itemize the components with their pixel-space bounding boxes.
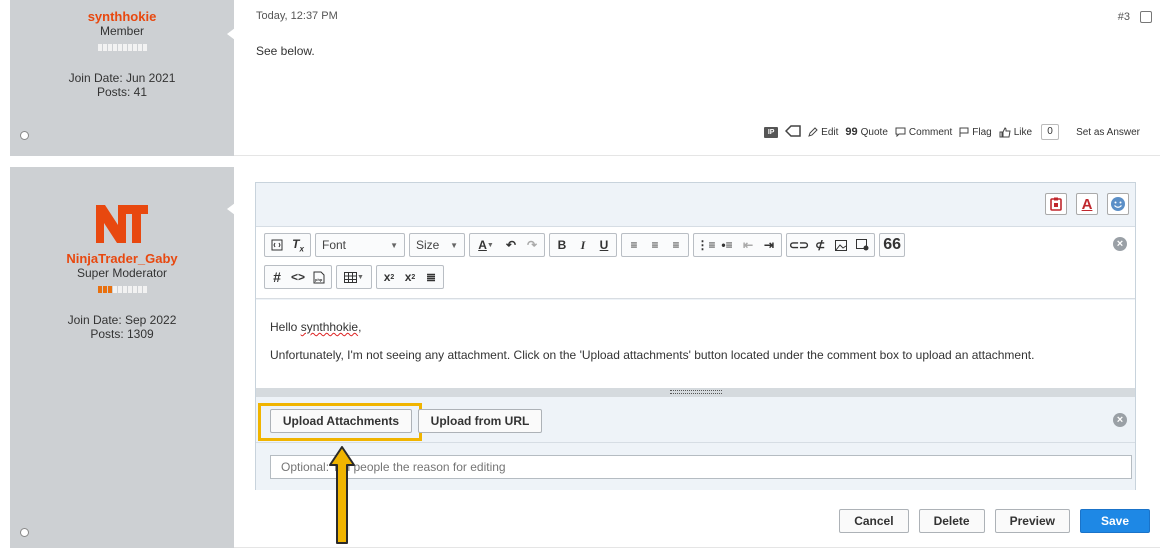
smiley-icon[interactable] (1107, 193, 1129, 215)
edit-reason-input[interactable] (270, 455, 1132, 479)
horizontal-rule-icon[interactable]: ≣ (421, 267, 441, 287)
font-dropdown[interactable]: Font ▼ (315, 233, 405, 257)
post-actions: IP Edit 99 Quote Comment Flag Like 0 Set… (764, 124, 1140, 140)
post-timestamp: Today, 12:37 PM (256, 10, 338, 22)
svg-text:php: php (315, 277, 323, 282)
attachments-panel: Upload Attachments Upload from URL × (256, 397, 1135, 443)
like-button[interactable]: Like (999, 127, 1032, 138)
post-content: Today, 12:37 PM #3 See below. IP Edit 99… (234, 0, 1160, 156)
editor-message: Unfortunately, I'm not seeing any attach… (270, 348, 1035, 362)
online-status-icon (20, 131, 29, 140)
annotation-arrow-icon (329, 446, 355, 544)
source-icon[interactable] (267, 235, 287, 255)
text-color-icon[interactable]: A (1076, 193, 1098, 215)
flag-icon (959, 127, 969, 137)
quote-button[interactable]: 99 Quote (845, 126, 888, 138)
user-role: Member (99, 24, 144, 38)
media-icon[interactable] (852, 235, 872, 255)
align-center-icon[interactable]: ≡ (645, 235, 665, 255)
post-number-link[interactable]: #3 (1118, 11, 1130, 23)
misspelled-word: synthhokie (300, 320, 359, 334)
clipboard-icon[interactable] (1045, 193, 1067, 215)
preview-button[interactable]: Preview (994, 509, 1070, 533)
bold-icon[interactable]: B (552, 235, 572, 255)
close-attachments-icon[interactable]: × (1113, 413, 1127, 427)
flag-button[interactable]: Flag (959, 127, 992, 138)
username-link[interactable]: synthhokie (10, 9, 234, 24)
post-content: A Tx Font ▼ Size ▼ A ▼ ↶ ↷ B I U ≡ ≡ ≡ ⋮… (234, 167, 1160, 548)
hashtag-icon[interactable]: # (267, 267, 287, 287)
save-button[interactable]: Save (1079, 509, 1150, 533)
bulleted-list-icon[interactable]: •≡ (717, 235, 737, 255)
post-ninjatrader-gaby: NinjaTrader_Gaby Super Moderator Join Da… (10, 167, 1160, 548)
superscript-icon[interactable]: x2 (400, 267, 420, 287)
edit-reason-panel (256, 444, 1135, 490)
upload-from-url-button[interactable]: Upload from URL (418, 409, 542, 433)
post-count: Posts: 1309 (90, 327, 154, 341)
numbered-list-icon[interactable]: ⋮≡ (696, 235, 716, 255)
quote-icon: 99 (845, 126, 858, 138)
like-count: 0 (1041, 124, 1060, 140)
username-link[interactable]: NinjaTrader_Gaby (10, 251, 234, 266)
tag-icon[interactable] (785, 124, 801, 140)
align-left-icon[interactable]: ≡ (624, 235, 644, 255)
comment-icon (895, 127, 906, 137)
join-date: Join Date: Jun 2021 (68, 71, 176, 85)
forum-page: synthhokie Member Join Date: Jun 2021 Po… (0, 0, 1160, 548)
editor-header: A (256, 183, 1135, 227)
table-icon[interactable]: ▼ (339, 267, 369, 287)
cancel-button[interactable]: Cancel (839, 509, 909, 533)
join-date: Join Date: Sep 2022 (67, 313, 177, 327)
post-count: Posts: 41 (96, 85, 148, 99)
code-icon[interactable]: <> (288, 267, 308, 287)
ip-icon[interactable]: IP (764, 126, 779, 138)
user-sidebar: NinjaTrader_Gaby Super Moderator Join Da… (10, 167, 235, 548)
comment-button[interactable]: Comment (895, 127, 952, 138)
upload-attachments-button[interactable]: Upload Attachments (270, 409, 412, 433)
editor-text-area[interactable]: Hello synthhokie, Unfortunately, I'm not… (256, 300, 1135, 388)
size-dropdown[interactable]: Size ▼ (409, 233, 465, 257)
post-select-checkbox[interactable] (1140, 11, 1152, 23)
close-toolbar-icon[interactable]: × (1113, 237, 1127, 251)
remove-format-icon[interactable]: Tx (288, 235, 308, 255)
pencil-icon (808, 127, 818, 137)
outdent-icon[interactable]: ⇤ (738, 235, 758, 255)
edit-button[interactable]: Edit (808, 127, 838, 138)
set-as-answer-link[interactable]: Set as Answer (1076, 127, 1140, 138)
delete-button[interactable]: Delete (918, 509, 985, 533)
thumbs-up-icon (999, 126, 1011, 137)
image-icon[interactable] (831, 235, 851, 255)
subscript-icon[interactable]: x2 (379, 267, 399, 287)
post-body: See below. (256, 44, 315, 58)
unlink-icon[interactable]: ⊄ (810, 235, 830, 255)
reputation-bar (97, 44, 147, 51)
align-right-icon[interactable]: ≡ (666, 235, 686, 255)
php-icon[interactable]: php (309, 267, 329, 287)
post-synthhokie: synthhokie Member Join Date: Jun 2021 Po… (10, 0, 1160, 156)
reputation-bar (97, 286, 147, 293)
redo-icon[interactable]: ↷ (522, 235, 542, 255)
editor-resize-handle[interactable] (256, 388, 1135, 397)
italic-icon[interactable]: I (573, 235, 593, 255)
underline-icon[interactable]: U (594, 235, 614, 255)
user-role: Super Moderator (76, 266, 168, 280)
user-sidebar: synthhokie Member Join Date: Jun 2021 Po… (10, 0, 235, 156)
undo-icon[interactable]: ↶ (501, 235, 521, 255)
link-icon[interactable]: ⊂⊃ (789, 235, 809, 255)
blockquote-icon[interactable]: 66 (882, 235, 902, 255)
post-editor: A Tx Font ▼ Size ▼ A ▼ ↶ ↷ B I U ≡ ≡ ≡ ⋮… (255, 182, 1136, 490)
ninjatrader-logo-icon (96, 205, 148, 243)
editor-action-buttons: Cancel Delete Preview Save (839, 509, 1150, 533)
editor-toolbar: Tx Font ▼ Size ▼ A ▼ ↶ ↷ B I U ≡ ≡ ≡ ⋮≡ … (256, 227, 1135, 299)
indent-icon[interactable]: ⇥ (759, 235, 779, 255)
online-status-icon (20, 528, 29, 537)
font-color-icon[interactable]: A ▼ (472, 235, 500, 255)
